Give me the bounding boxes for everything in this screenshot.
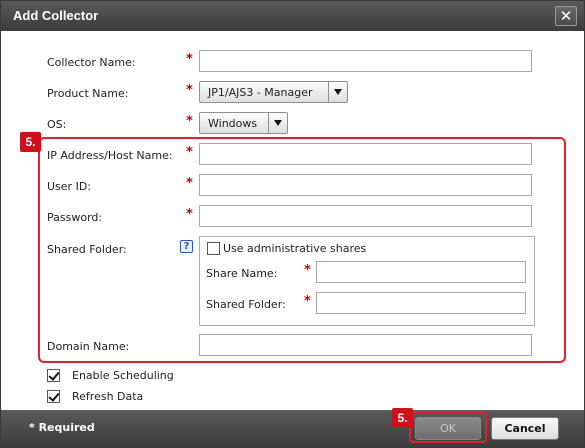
product-name-value: JP1/AJS3 - Manager bbox=[208, 86, 313, 99]
inner-shared-folder-label: Shared Folder: bbox=[206, 298, 286, 311]
domain-name-label: Domain Name: bbox=[47, 340, 130, 353]
share-name-label: Share Name: bbox=[206, 267, 278, 280]
collector-name-label: Collector Name: bbox=[47, 56, 136, 69]
step-badge-ok: 5. bbox=[392, 408, 413, 428]
product-name-select[interactable]: JP1/AJS3 - Manager bbox=[199, 81, 348, 103]
cancel-button[interactable]: Cancel bbox=[491, 417, 559, 440]
add-collector-dialog: Add Collector ✕ Collector Name: * Produc… bbox=[0, 0, 585, 448]
required-mark: * bbox=[186, 207, 193, 222]
collector-name-input[interactable] bbox=[199, 50, 532, 72]
required-mark: * bbox=[304, 294, 311, 309]
help-icon[interactable]: ? bbox=[180, 240, 193, 253]
ip-address-label: IP Address/Host Name: bbox=[47, 149, 173, 162]
shared-folder-label: Shared Folder: bbox=[47, 243, 127, 256]
inner-shared-folder-input[interactable] bbox=[316, 292, 526, 314]
required-mark: * bbox=[186, 114, 193, 129]
step-badge-connection: 5. bbox=[20, 132, 41, 152]
domain-name-input[interactable] bbox=[199, 334, 532, 356]
required-mark: * bbox=[186, 83, 193, 98]
enable-scheduling-label: Enable Scheduling bbox=[72, 369, 174, 382]
password-label: Password: bbox=[47, 211, 103, 224]
required-note: * Required bbox=[29, 421, 95, 434]
use-admin-shares-label: Use administrative shares bbox=[223, 242, 367, 255]
user-id-input[interactable] bbox=[199, 174, 532, 196]
ip-address-input[interactable] bbox=[199, 143, 532, 165]
use-admin-shares-checkbox[interactable] bbox=[207, 242, 220, 255]
required-mark: * bbox=[186, 176, 193, 191]
refresh-data-label: Refresh Data bbox=[72, 390, 144, 403]
required-mark: * bbox=[186, 52, 193, 67]
ok-button[interactable]: OK bbox=[415, 417, 481, 440]
os-select[interactable]: Windows bbox=[199, 112, 288, 134]
product-name-label: Product Name: bbox=[47, 87, 129, 100]
user-id-label: User ID: bbox=[47, 180, 91, 193]
password-input[interactable] bbox=[199, 205, 532, 227]
chevron-down-icon bbox=[268, 113, 287, 133]
os-value: Windows bbox=[208, 117, 258, 130]
dialog-title: Add Collector bbox=[13, 8, 99, 23]
required-mark: * bbox=[186, 145, 193, 160]
refresh-data-checkbox[interactable] bbox=[47, 390, 60, 403]
share-name-input[interactable] bbox=[316, 261, 526, 283]
enable-scheduling-checkbox[interactable] bbox=[47, 369, 60, 382]
os-label: OS: bbox=[47, 118, 67, 131]
title-bar: Add Collector ✕ bbox=[1, 1, 584, 31]
close-icon[interactable]: ✕ bbox=[555, 6, 577, 26]
chevron-down-icon bbox=[328, 82, 347, 102]
required-mark: * bbox=[304, 263, 311, 278]
